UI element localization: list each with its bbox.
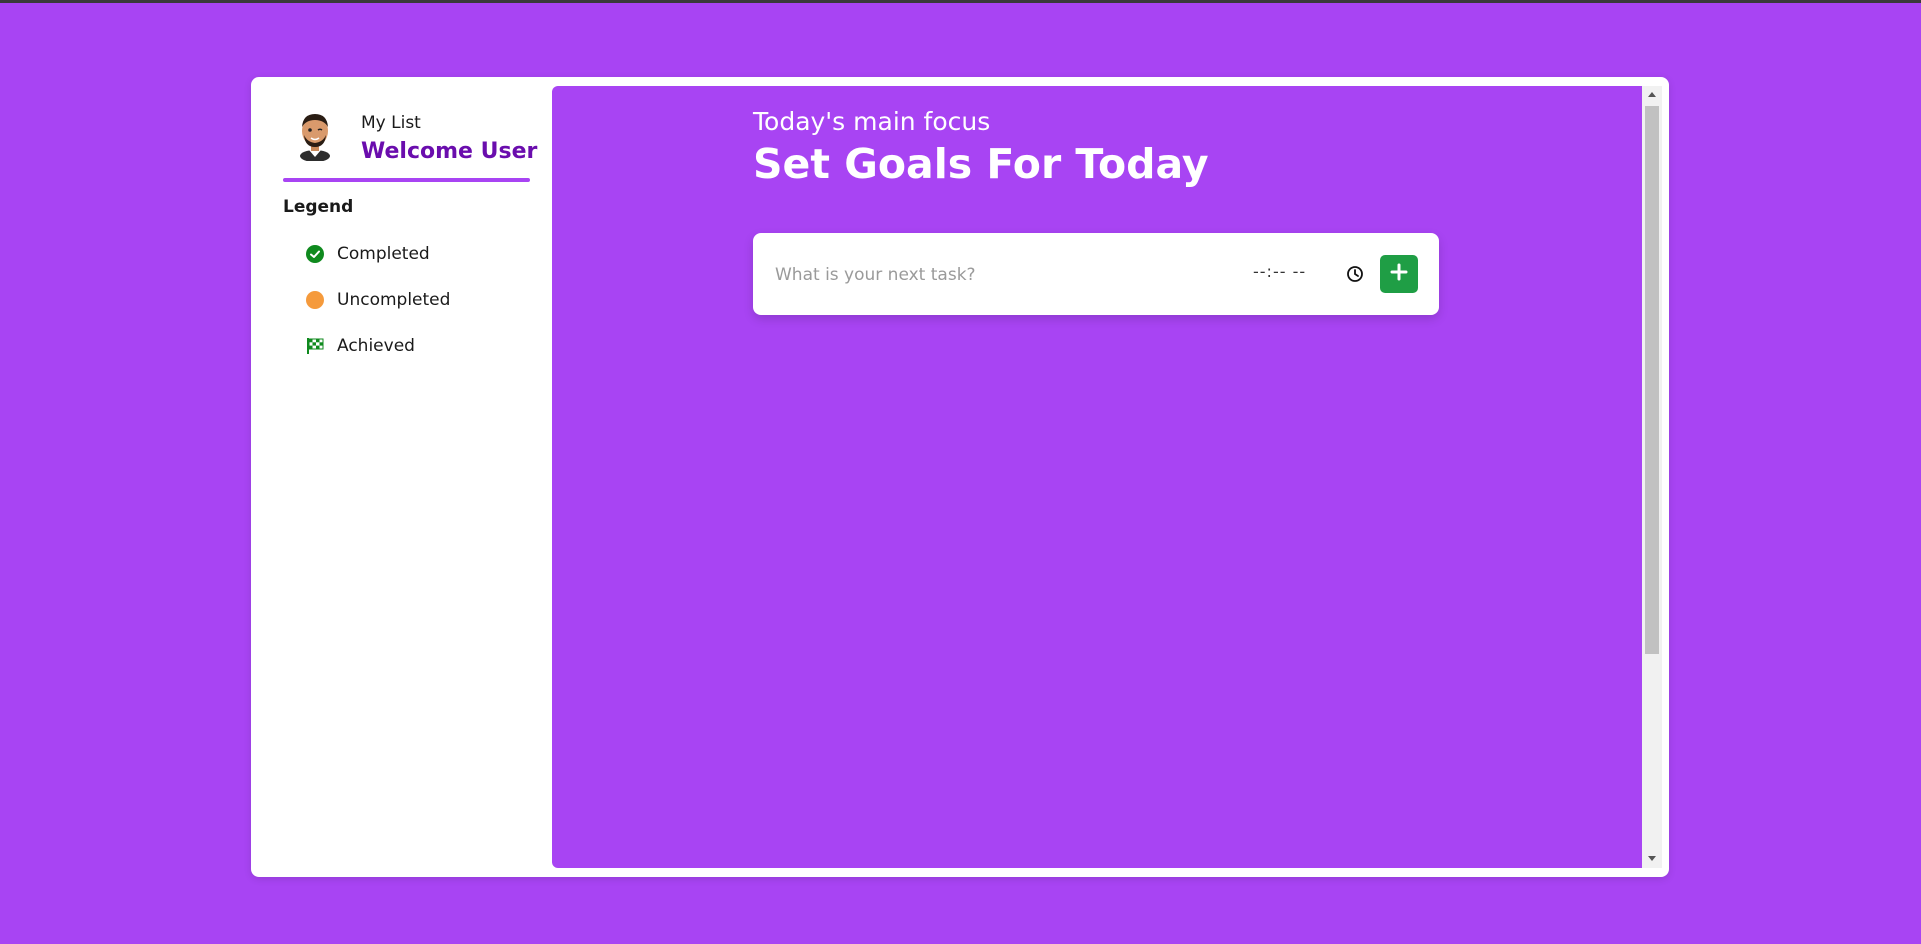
legend-label: Completed [337, 244, 430, 264]
main-panel: Today's main focus Set Goals For Today -… [552, 86, 1642, 868]
page-title: Set Goals For Today [753, 140, 1209, 188]
task-entry-bar: --:-- -- [753, 233, 1439, 315]
scrollbar-thumb[interactable] [1645, 106, 1659, 654]
checkered-flag-icon [305, 336, 325, 356]
time-input[interactable]: --:-- -- [1253, 262, 1306, 281]
list-label: My List [361, 113, 421, 133]
welcome-heading: Welcome User [361, 139, 538, 164]
orange-dot-icon [305, 290, 325, 310]
heading-divider [283, 178, 530, 182]
legend-item-uncompleted: Uncompleted [305, 290, 450, 310]
legend-label: Uncompleted [337, 290, 451, 310]
focus-subtitle: Today's main focus [753, 107, 991, 136]
scroll-up-arrow-icon[interactable] [1642, 87, 1662, 103]
app-card: My List Welcome User Legend Completed Un… [251, 77, 1669, 877]
window-top-border [0, 0, 1921, 3]
legend-title: Legend [283, 197, 354, 217]
task-input[interactable] [773, 257, 1217, 293]
check-circle-icon [305, 244, 325, 264]
add-task-button[interactable] [1380, 255, 1418, 293]
sidebar: My List Welcome User Legend Completed Un… [251, 77, 551, 877]
legend-item-completed: Completed [305, 244, 430, 264]
avatar [293, 107, 337, 162]
clock-icon[interactable] [1346, 265, 1364, 283]
plus-icon [1390, 263, 1408, 285]
scroll-down-arrow-icon[interactable] [1642, 850, 1662, 866]
legend-item-achieved: Achieved [305, 336, 415, 356]
legend-label: Achieved [337, 336, 415, 356]
